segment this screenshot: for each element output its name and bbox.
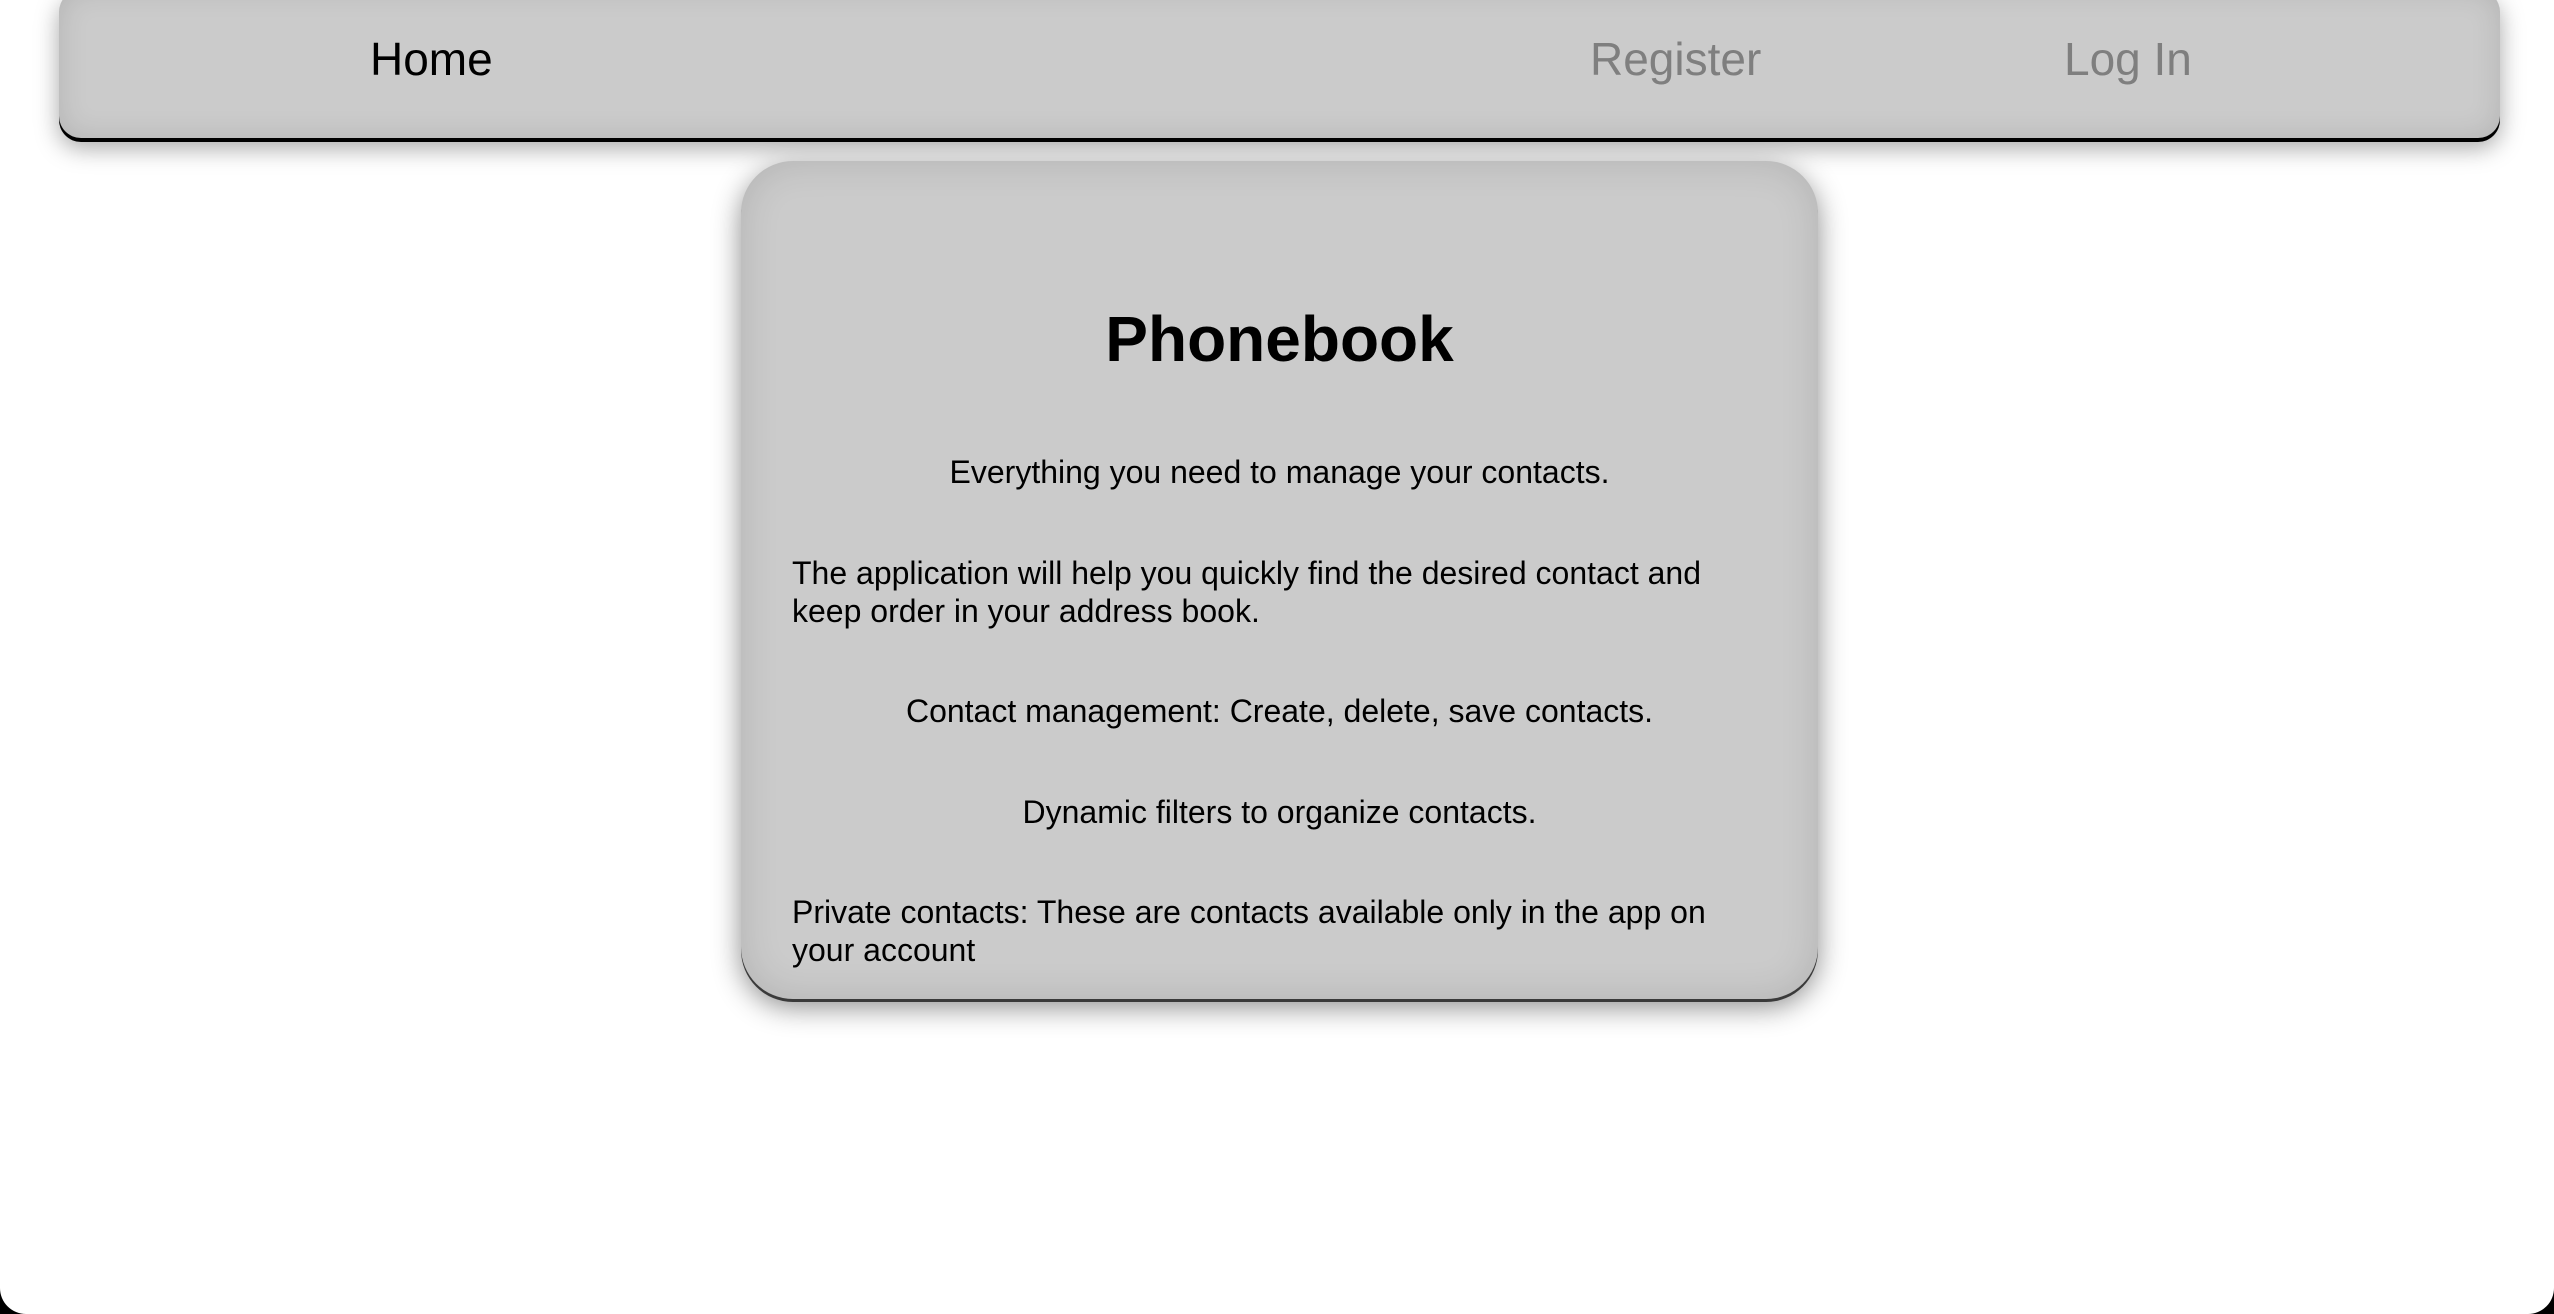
phonebook-info-card: Phonebook Everything you need to manage …: [741, 161, 1818, 999]
page-title: Phonebook: [1105, 303, 1454, 375]
description-text: The application will help you quickly fi…: [792, 555, 1701, 629]
feature-contact-management: Contact management: Create, delete, save…: [905, 693, 1654, 729]
feature-dynamic-filters: Dynamic filters to organize contacts.: [1022, 794, 1537, 830]
nav-link-home[interactable]: Home: [370, 30, 493, 88]
navigation-bar: Home Register Log In: [59, 0, 2500, 138]
app-viewport: Home Register Log In Phonebook Everythin…: [0, 0, 2554, 1314]
nav-link-login[interactable]: Log In: [2064, 30, 2192, 88]
feature-private-contacts: Private contacts: These are contacts ava…: [792, 894, 1706, 968]
nav-link-register[interactable]: Register: [1590, 30, 1761, 88]
tagline-text: Everything you need to manage your conta…: [949, 454, 1610, 490]
